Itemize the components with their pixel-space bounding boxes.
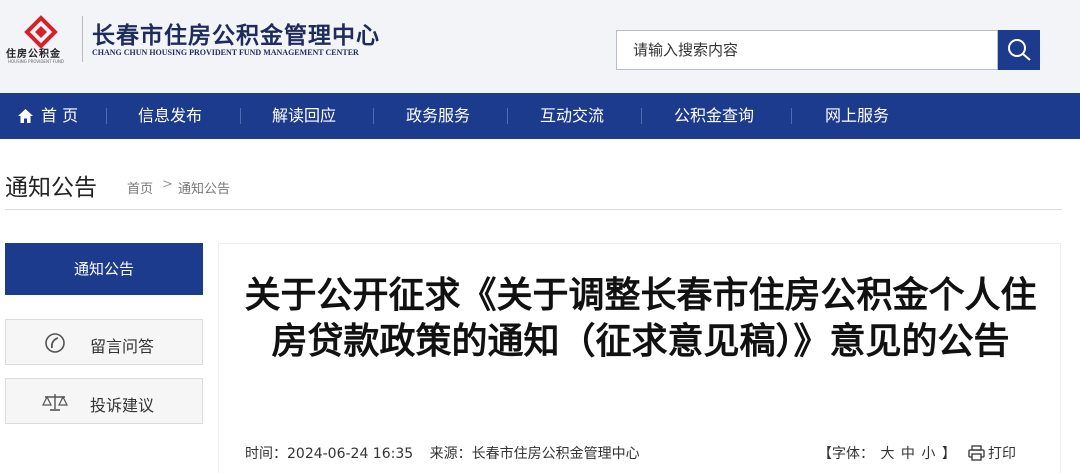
sidebar-item-notices[interactable]: 通知公告 [5, 243, 203, 295]
search-box [616, 30, 998, 70]
site-subtitle: CHANG CHUN HOUSING PROVIDENT FUND MANAGE… [92, 48, 359, 57]
article-title: 关于公开征求《关于调整长春市住房公积金个人住房贷款政策的通知（征求意见稿）》意见… [244, 275, 1037, 362]
nav-separator [240, 108, 241, 124]
meta-source-label: 来源： [429, 446, 472, 462]
site-header: 住房公积金 HOUSING PROVIDENT FUND 长春市住房公积金管理中… [0, 0, 1080, 93]
search-input[interactable] [617, 31, 997, 69]
scale-icon [42, 394, 68, 411]
logo-divider [82, 16, 83, 62]
nav-fund-query[interactable]: 公积金查询 [674, 93, 754, 139]
nav-separator [106, 108, 107, 124]
nav-gov-services[interactable]: 政务服务 [406, 93, 470, 139]
nav-separator [791, 108, 792, 124]
nav-separator [373, 108, 374, 124]
font-large-button[interactable]: 大 [880, 446, 894, 462]
meta-source-value: 长春市住房公积金管理中心 [471, 446, 640, 462]
sidebar-item-messages[interactable]: 留言问答 [5, 319, 203, 365]
print-label: 打印 [988, 446, 1016, 462]
sidebar-item-complaints[interactable]: 投诉建议 [5, 378, 203, 424]
message-icon [45, 333, 65, 353]
font-medium-button[interactable]: 中 [901, 446, 915, 462]
breadcrumb-separator: > [162, 177, 173, 192]
article-meta: 时间：2024-06-24 16:35 来源：长春市住房公积金管理中心 [245, 443, 652, 463]
logo-subtext: HOUSING PROVIDENT FUND [8, 59, 64, 64]
meta-time: 时间：2024-06-24 16:35 [245, 446, 413, 462]
printer-icon [968, 445, 985, 461]
meta-time-label: 时间： [245, 446, 287, 462]
breadcrumb-current[interactable]: 通知公告 [178, 178, 230, 197]
nav-info-release[interactable]: 信息发布 [138, 93, 202, 139]
nav-separator [507, 108, 508, 124]
meta-time-value: 2024-06-24 16:35 [287, 446, 414, 462]
search-button[interactable] [998, 30, 1040, 70]
main-nav: 首 页 信息发布 解读回应 政务服务 互动交流 公积金查询 网上服务 [0, 93, 1080, 139]
nav-interaction[interactable]: 互动交流 [540, 93, 604, 139]
nav-home[interactable]: 首 页 [18, 93, 78, 139]
sidebar-item-label: 投诉建议 [90, 396, 155, 415]
sidebar-item-label: 留言问答 [90, 337, 155, 356]
site-title[interactable]: 长春市住房公积金管理中心 [92, 16, 380, 50]
logo-text: 住房公积金 [6, 49, 61, 60]
print-button[interactable]: 打印 [968, 443, 1016, 463]
meta-source: 来源：长春市住房公积金管理中心 [430, 446, 640, 462]
font-size-close: 】 [941, 446, 956, 462]
font-small-button[interactable]: 小 [921, 446, 935, 462]
font-size-control: 【字体： 大 中 小 】 [818, 443, 956, 463]
font-size-label: 【字体： [818, 446, 874, 462]
nav-separator [641, 108, 642, 124]
home-icon [18, 109, 33, 123]
nav-interpretation[interactable]: 解读回应 [272, 93, 336, 139]
section-title: 通知公告 [5, 175, 97, 201]
nav-online-services[interactable]: 网上服务 [825, 93, 889, 139]
search-icon [1008, 39, 1031, 61]
breadcrumb-home[interactable]: 首页 [127, 178, 153, 197]
divider [5, 209, 1062, 210]
nav-home-label: 首 页 [41, 106, 79, 125]
